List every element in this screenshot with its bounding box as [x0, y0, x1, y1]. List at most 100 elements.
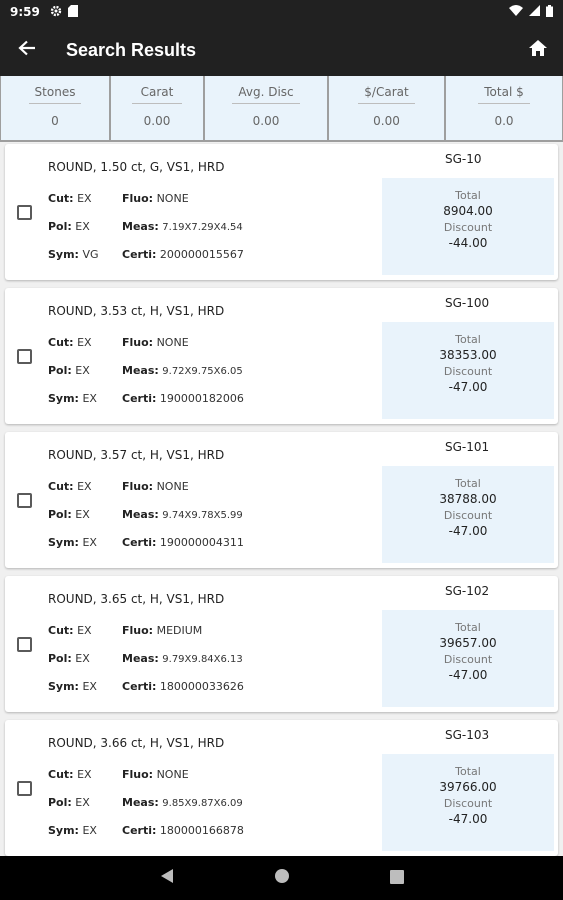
sym-label: Sym: [48, 248, 79, 261]
cut-value: EX [77, 336, 92, 349]
cut-field: Cut: EX [48, 192, 92, 205]
total-label: Total [455, 189, 481, 202]
pol-field: Pol: EX [48, 364, 90, 377]
circle-home-icon[interactable] [274, 868, 290, 888]
fluo-label: Fluo: [122, 336, 154, 349]
cut-value: EX [77, 192, 92, 205]
pol-value: EX [75, 364, 90, 377]
stone-code: SG-103 [445, 728, 490, 742]
sym-value: EX [82, 536, 97, 549]
fluo-label: Fluo: [122, 768, 154, 781]
app-bar: Search Results [0, 24, 563, 76]
discount-value: -44.00 [448, 236, 488, 250]
fluo-label: Fluo: [122, 624, 154, 637]
fluo-field: Fluo: NONE [122, 480, 189, 493]
certi-value: 200000015567 [159, 248, 244, 261]
cut-field: Cut: EX [48, 768, 92, 781]
fluo-field: Fluo: MEDIUM [122, 624, 202, 637]
discount-value: -47.00 [448, 524, 488, 538]
certi-field: Certi: 190000182006 [122, 392, 244, 405]
select-checkbox[interactable] [17, 781, 32, 796]
meas-value: 9.79X9.84X6.13 [162, 654, 243, 665]
fluo-label: Fluo: [122, 480, 154, 493]
cut-value: EX [77, 768, 92, 781]
discount-label: Discount [443, 365, 493, 378]
meas-field: Meas: 9.72X9.75X6.05 [122, 364, 243, 377]
sym-label: Sym: [48, 824, 79, 837]
system-nav-bar [0, 856, 563, 900]
stone-title: ROUND, 1.50 ct, G, VS1, HRD [48, 160, 225, 174]
fluo-value: NONE [156, 480, 189, 493]
summary-value: 0 [51, 114, 59, 128]
arrow-left-icon [18, 40, 36, 60]
summary-value: 0.00 [252, 114, 280, 128]
price-panel: Total 8904.00 Discount -44.00 [382, 178, 554, 275]
price-panel: Total 39657.00 Discount -47.00 [382, 610, 554, 707]
select-checkbox[interactable] [17, 637, 32, 652]
discount-label: Discount [443, 509, 493, 522]
result-card[interactable]: ROUND, 3.66 ct, H, VS1, HRD Cut: EX Pol:… [5, 720, 558, 856]
square-recents-icon[interactable] [389, 869, 404, 888]
fluo-value: MEDIUM [156, 624, 203, 637]
result-card[interactable]: ROUND, 3.53 ct, H, VS1, HRD Cut: EX Pol:… [5, 288, 558, 424]
sym-field: Sym: EX [48, 536, 97, 549]
certi-label: Certi: [122, 536, 157, 549]
meas-label: Meas: [122, 796, 159, 809]
certi-value: 180000166878 [159, 824, 244, 837]
fluo-value: NONE [156, 768, 189, 781]
cut-label: Cut: [48, 336, 74, 349]
certi-value: 190000004311 [159, 536, 244, 549]
meas-label: Meas: [122, 652, 159, 665]
discount-value: -47.00 [448, 380, 488, 394]
home-icon [528, 39, 548, 61]
sym-value: EX [82, 824, 97, 837]
certi-label: Certi: [122, 392, 157, 405]
meas-field: Meas: 9.74X9.78X5.99 [122, 508, 243, 521]
cut-field: Cut: EX [48, 336, 92, 349]
summary-value: 0.0 [494, 114, 514, 128]
sym-field: Sym: EX [48, 680, 97, 693]
pol-value: EX [75, 796, 90, 809]
select-checkbox[interactable] [17, 205, 32, 220]
pol-label: Pol: [48, 220, 72, 233]
result-card[interactable]: ROUND, 3.57 ct, H, VS1, HRD Cut: EX Pol:… [5, 432, 558, 568]
total-value: 39657.00 [439, 636, 497, 650]
summary-label: Avg. Disc [232, 85, 300, 104]
sym-label: Sym: [48, 680, 79, 693]
price-panel: Total 39766.00 Discount -47.00 [382, 754, 554, 851]
discount-value: -47.00 [448, 812, 488, 826]
select-checkbox[interactable] [17, 493, 32, 508]
certi-field: Certi: 180000033626 [122, 680, 244, 693]
sd-card-icon [67, 4, 78, 20]
discount-label: Discount [443, 221, 493, 234]
discount-label: Discount [443, 653, 493, 666]
sym-field: Sym: EX [48, 392, 97, 405]
page-title: Search Results [66, 39, 197, 60]
total-label: Total [455, 333, 481, 346]
sym-field: Sym: EX [48, 824, 97, 837]
stone-code: SG-101 [445, 440, 490, 454]
result-card[interactable]: ROUND, 3.65 ct, H, VS1, HRD Cut: EX Pol:… [5, 576, 558, 712]
home-button[interactable] [513, 24, 563, 76]
back-button[interactable] [0, 24, 54, 76]
stone-title: ROUND, 3.53 ct, H, VS1, HRD [48, 304, 225, 318]
fluo-field: Fluo: NONE [122, 336, 189, 349]
certi-label: Certi: [122, 248, 157, 261]
result-card[interactable]: ROUND, 1.50 ct, G, VS1, HRD Cut: EX Pol:… [5, 144, 558, 280]
stone-title: ROUND, 3.57 ct, H, VS1, HRD [48, 448, 225, 462]
fluo-field: Fluo: NONE [122, 768, 189, 781]
summary-per-carat: $/Carat 0.00 [328, 76, 445, 141]
summary-label: $/Carat [358, 85, 415, 104]
signal-icon [529, 5, 540, 19]
sym-value: EX [82, 680, 97, 693]
meas-field: Meas: 7.19X7.29X4.54 [122, 220, 243, 233]
cut-value: EX [77, 480, 92, 493]
meas-value: 9.85X9.87X6.09 [162, 798, 243, 809]
status-bar: 9:59 [0, 0, 563, 24]
cut-label: Cut: [48, 480, 74, 493]
triangle-back-icon[interactable] [160, 868, 174, 888]
discount-value: -47.00 [448, 668, 488, 682]
select-checkbox[interactable] [17, 349, 32, 364]
wifi-icon [509, 5, 523, 19]
discount-label: Discount [443, 797, 493, 810]
